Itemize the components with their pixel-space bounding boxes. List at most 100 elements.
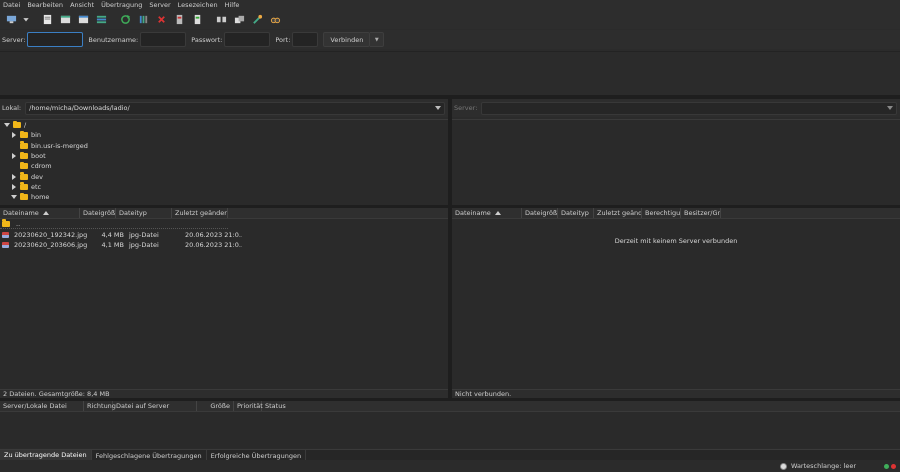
menu-edit[interactable]: Bearbeiten [27,1,63,9]
local-status: 2 Dateien. Gesamtgröße: 8,4 MB [0,389,448,398]
column-header-status[interactable]: Status [262,401,302,411]
toggle-remote-tree-icon[interactable] [76,12,90,26]
tree-item[interactable]: / [0,120,448,130]
tree-item[interactable]: bin [0,130,448,140]
remote-path-combo[interactable] [481,101,897,115]
table-row[interactable]: 20230620_192342.jpg 4,4 MB jpg-Datei 20.… [0,230,448,240]
expand-toggle-icon[interactable] [10,131,18,139]
expand-toggle-icon[interactable] [3,121,11,129]
remote-file-list[interactable]: Derzeit mit keinem Server verbunden [452,219,900,389]
expand-toggle-icon[interactable] [10,193,18,201]
column-header-priority[interactable]: Priorität [234,401,263,411]
tree-item-label: home [31,193,50,202]
chevron-down-icon[interactable] [887,105,893,110]
username-input[interactable] [140,32,187,47]
folder-icon [20,182,28,190]
file-size: 4,4 MB [101,231,124,239]
remote-directory-tree[interactable] [452,119,900,205]
toggle-local-tree-icon[interactable] [58,12,72,26]
expand-toggle-icon[interactable] [10,173,18,181]
filter-icon[interactable] [250,12,264,26]
column-header-filetype[interactable]: Dateityp [116,208,172,218]
file-name: 20230620_203606.jpg [14,241,88,249]
column-header-filename[interactable]: Dateiname [452,208,522,218]
reconnect-icon[interactable] [190,12,204,26]
quickconnect-bar: Server: Benutzername: Passwort: Port: Ve… [0,30,900,49]
site-manager-icon[interactable] [4,12,18,26]
column-header-filesize[interactable]: Dateigröße [522,208,558,218]
password-label: Passwort: [191,35,223,44]
parent-directory-label: .. [16,219,21,228]
connect-button[interactable]: Verbinden [323,32,371,47]
tree-item[interactable]: dev [0,171,448,181]
menu-bookmarks[interactable]: Lesezeichen [178,1,218,9]
remote-status: Nicht verbunden. [452,389,900,398]
directory-compare-icon[interactable] [214,12,228,26]
file-type: jpg-Datei [129,241,159,249]
tree-item-label: dev [31,172,43,181]
process-queue-icon[interactable] [136,12,150,26]
server-input[interactable] [27,32,84,47]
menu-help[interactable]: Hilfe [225,1,240,9]
local-path-bar: Lokal: /home/micha/Downloads/ladio/ [0,99,448,117]
expand-toggle-icon[interactable] [10,152,18,160]
local-directory-tree[interactable]: / bin bin.usr-is-merged boot cdrom dev e… [0,119,448,205]
search-icon[interactable] [268,12,282,26]
tree-item[interactable]: bin.usr-is-merged [0,141,448,151]
folder-icon [20,141,28,149]
username-label: Benutzername: [88,35,139,44]
tree-item-label: etc [31,182,42,191]
sort-ascending-icon [42,211,49,215]
tree-item[interactable]: home [0,192,448,202]
transfer-queue-list[interactable] [0,412,900,448]
chevron-down-icon[interactable] [435,105,441,110]
expand-toggle-icon[interactable] [10,183,18,191]
column-header-filetype[interactable]: Dateityp [558,208,594,218]
column-header-owner[interactable]: Besitzer/Grup [681,208,721,218]
table-row[interactable]: 20230620_203606.jpg 4,1 MB jpg-Datei 20.… [0,240,448,250]
folder-icon [20,130,28,139]
column-header-modified[interactable]: Zuletzt geändert [172,208,228,218]
toolbar [0,9,900,29]
refresh-icon[interactable] [118,12,132,26]
tree-item-label: bin [31,131,42,140]
receive-led-icon [884,463,889,469]
tree-item[interactable]: boot [0,151,448,161]
remote-path-label: Server: [454,104,478,112]
cancel-icon[interactable] [154,12,168,26]
image-file-icon [2,232,9,238]
tree-item[interactable]: cdrom [0,161,448,171]
disconnect-icon[interactable] [172,12,186,26]
menu-view[interactable]: Ansicht [70,1,94,9]
menu-server[interactable]: Server [149,1,170,9]
column-header-local-file[interactable]: Server/Lokale Datei [0,401,84,411]
toggle-queue-icon[interactable] [94,12,108,26]
column-header-filesize[interactable]: Dateigröße [80,208,116,218]
connect-dropdown-button[interactable]: ▼ [370,32,385,47]
dropdown-arrow-icon[interactable] [22,12,30,26]
column-header-direction[interactable]: Richtung [84,401,116,411]
column-header-size[interactable]: Größe [197,401,234,411]
folder-icon [20,151,28,160]
queue-tabs: Zu übertragende Dateien Fehlgeschlagene … [0,449,900,461]
menu-file[interactable]: Datei [3,1,20,9]
column-header-modified[interactable]: Zuletzt geänder [594,208,642,218]
file-modified: 20.06.2023 21:0... [185,231,242,239]
column-header-permissions[interactable]: Berechtigun [642,208,681,218]
tree-item-label: cdrom [31,162,52,171]
menu-transfer[interactable]: Übertragung [101,1,142,9]
password-input[interactable] [224,32,271,47]
send-led-icon [891,463,896,469]
port-input[interactable] [292,32,319,47]
toggle-log-icon[interactable] [40,12,54,26]
folder-icon [20,192,28,201]
list-item[interactable]: .. [0,219,228,229]
column-header-remote-file[interactable]: Datei auf Server [113,401,197,411]
pane-splitter[interactable] [448,99,452,399]
sync-browse-icon[interactable] [232,12,246,26]
local-path-combo[interactable]: /home/micha/Downloads/ladio/ [25,101,445,115]
tree-item[interactable]: etc [0,182,448,192]
column-header-filename[interactable]: Dateiname [0,208,80,218]
local-file-list[interactable]: .. 20230620_192342.jpg 4,4 MB jpg-Datei … [0,219,448,389]
remote-path-bar: Server: [452,99,900,117]
